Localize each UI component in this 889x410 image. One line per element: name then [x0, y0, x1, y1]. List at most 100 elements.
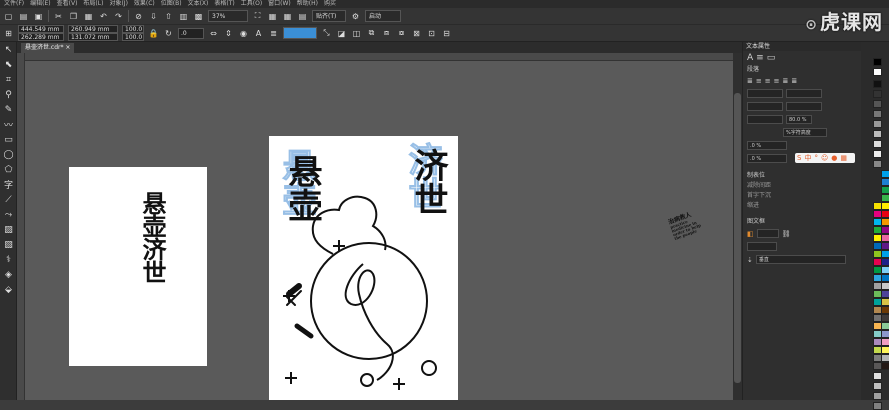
- ime-mode-icon[interactable]: 中: [804, 153, 811, 163]
- frame-link-icon[interactable]: ⛓: [782, 230, 791, 238]
- palette-swatch[interactable]: [881, 258, 889, 266]
- palette-swatch[interactable]: [873, 80, 882, 88]
- open-icon[interactable]: ▤: [18, 11, 29, 22]
- contour-icon[interactable]: ◫: [351, 28, 362, 39]
- palette-swatch[interactable]: [881, 234, 889, 242]
- text-direction-select[interactable]: 垂直: [755, 255, 846, 264]
- shape-tool-icon[interactable]: ⬉: [0, 57, 17, 72]
- line-spacing-field[interactable]: 80.0 %: [786, 115, 812, 124]
- object-origin-icon[interactable]: ⊞: [3, 28, 14, 39]
- drop-shadow-tool-icon[interactable]: ▨: [0, 222, 17, 237]
- redo-icon[interactable]: ↷: [113, 11, 124, 22]
- trim-icon[interactable]: ⊟: [441, 28, 452, 39]
- palette-swatch[interactable]: [873, 140, 882, 148]
- menu-item-edit[interactable]: 编辑(E): [30, 0, 50, 8]
- rulers-icon[interactable]: ▦: [267, 11, 278, 22]
- palette-swatch[interactable]: [881, 362, 889, 370]
- column-count-field[interactable]: [747, 242, 777, 251]
- save-icon[interactable]: ▣: [33, 11, 44, 22]
- scale-y-field[interactable]: 100.0: [122, 33, 144, 41]
- indent-first-field[interactable]: [747, 89, 783, 98]
- paragraph-tab-icon[interactable]: ≡: [756, 53, 764, 63]
- seal-stamp-text[interactable]: 治病救人 practice medicine in order to help …: [667, 206, 708, 241]
- space-after-field[interactable]: [747, 115, 783, 124]
- menu-item-layout[interactable]: 布局(L): [83, 0, 103, 8]
- palette-swatch[interactable]: [881, 242, 889, 250]
- gourd-illustration[interactable]: [269, 136, 458, 400]
- palette-swatch[interactable]: [881, 186, 889, 194]
- palette-swatch[interactable]: [881, 266, 889, 274]
- palette-swatch[interactable]: [881, 226, 889, 234]
- mirror-horizontal-icon[interactable]: ⇔: [208, 28, 219, 39]
- rectangle-tool-icon[interactable]: ▭: [0, 132, 17, 147]
- menu-item-table[interactable]: 表格(T): [214, 0, 234, 8]
- palette-swatch[interactable]: [873, 90, 882, 98]
- polygon-tool-icon[interactable]: ⬠: [0, 162, 17, 177]
- align-left-icon[interactable]: ≡: [756, 77, 762, 85]
- menu-item-effects[interactable]: 效果(C): [134, 0, 155, 8]
- vertical-scrollbar[interactable]: [733, 53, 742, 400]
- weld-icon[interactable]: ⊡: [426, 28, 437, 39]
- x-position-field[interactable]: 444.549 mm: [18, 25, 64, 33]
- wrap-text-icon[interactable]: ⤡: [321, 28, 332, 39]
- export-icon[interactable]: ⇧: [163, 11, 174, 22]
- full-screen-icon[interactable]: ⛶: [252, 11, 263, 22]
- ime-keyboard-icon[interactable]: ▦: [840, 154, 847, 162]
- ime-emoji-icon[interactable]: ☺: [821, 154, 828, 162]
- import-icon[interactable]: ⇩: [148, 11, 159, 22]
- ime-punct-icon[interactable]: °: [814, 154, 818, 162]
- eyedropper-tool-icon[interactable]: ⚕: [0, 252, 17, 267]
- snap-to-select[interactable]: 贴齐(T): [312, 10, 346, 22]
- palette-swatch[interactable]: [881, 306, 889, 314]
- word-spacing-field[interactable]: .0 %: [747, 154, 787, 163]
- options-gear-icon[interactable]: ⚙: [350, 11, 361, 22]
- align-none-icon[interactable]: ≣: [747, 77, 753, 85]
- palette-swatch[interactable]: [873, 372, 882, 380]
- force-justify-icon[interactable]: ≣: [791, 77, 797, 85]
- palette-swatch[interactable]: [881, 346, 889, 354]
- palette-swatch[interactable]: [881, 314, 889, 322]
- text-direction-icon[interactable]: ⇣: [747, 256, 753, 264]
- menu-item-buy[interactable]: 购买: [324, 0, 336, 8]
- frame-tab-icon[interactable]: ▭: [767, 53, 776, 63]
- palette-swatch[interactable]: [873, 110, 882, 118]
- palette-swatch[interactable]: [873, 150, 882, 158]
- ime-toolbar[interactable]: S 中 ° ☺ ● ▦: [795, 153, 855, 163]
- palette-swatch[interactable]: [881, 194, 889, 202]
- palette-swatch[interactable]: [881, 170, 889, 178]
- vertical-ruler[interactable]: [17, 53, 25, 400]
- align-center-icon[interactable]: ≡: [765, 77, 771, 85]
- cut-icon[interactable]: ✂: [53, 11, 64, 22]
- palette-swatch[interactable]: [881, 218, 889, 226]
- palette-swatch[interactable]: [881, 330, 889, 338]
- menu-item-tools[interactable]: 工具(O): [241, 0, 262, 8]
- crop-tool-icon[interactable]: ⌗: [0, 72, 17, 87]
- section-paragraph[interactable]: 段落: [743, 65, 861, 75]
- palette-swatch[interactable]: [881, 274, 889, 282]
- palette-swatch[interactable]: [881, 210, 889, 218]
- guidelines-icon[interactable]: ▤: [297, 11, 308, 22]
- combine-icon[interactable]: ⧇: [396, 28, 407, 39]
- connector-tool-icon[interactable]: ⤳: [0, 207, 17, 222]
- copy-icon[interactable]: ❐: [68, 11, 79, 22]
- interactive-fill-icon[interactable]: ◈: [0, 267, 17, 282]
- space-before-field[interactable]: [786, 102, 822, 111]
- publish-pdf-icon[interactable]: ▥: [178, 11, 189, 22]
- tab-item-1[interactable]: 减除间距: [743, 181, 861, 191]
- parallel-dimension-icon[interactable]: ⟋: [0, 192, 17, 207]
- search-icon[interactable]: ⊘: [133, 11, 144, 22]
- transparency-tool-icon[interactable]: ▧: [0, 237, 17, 252]
- text-align-icon[interactable]: ≣: [268, 28, 279, 39]
- palette-swatch[interactable]: [873, 382, 882, 390]
- document-tab[interactable]: 悬壶济世.cdr* ×: [21, 43, 75, 53]
- ime-mic-icon[interactable]: ●: [831, 154, 837, 162]
- smart-fill-icon[interactable]: ⬙: [0, 282, 17, 297]
- break-apart-icon[interactable]: ⊠: [411, 28, 422, 39]
- lock-ratio-icon[interactable]: 🔒: [148, 28, 159, 39]
- pick-tool-icon[interactable]: ↖: [0, 42, 17, 57]
- mirror-vertical-icon[interactable]: ⇕: [223, 28, 234, 39]
- group-icon[interactable]: ⧉: [366, 28, 377, 39]
- palette-swatch[interactable]: [881, 178, 889, 186]
- palette-swatch[interactable]: [873, 100, 882, 108]
- palette-swatch[interactable]: [873, 402, 882, 410]
